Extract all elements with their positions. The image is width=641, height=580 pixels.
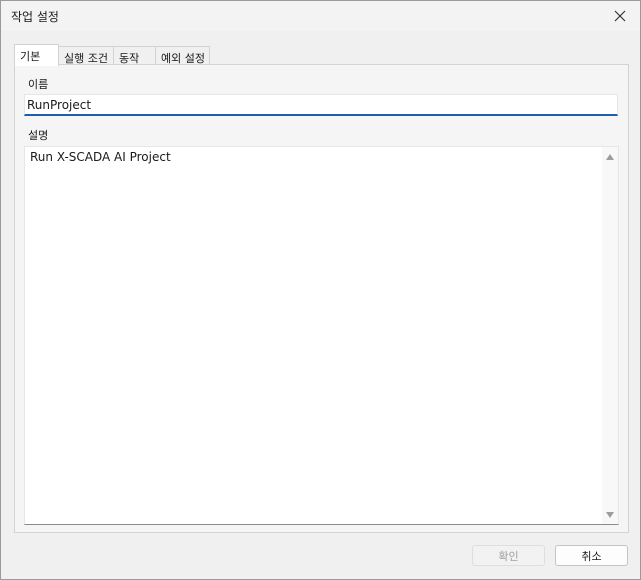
cancel-button[interactable]: 취소 [555,545,628,566]
title-bar: 작업 설정 [1,1,640,31]
tab-panel-content: 이름 RunProject 설명 Run X-SCADA AI Project [15,65,628,532]
ok-button-label: 확인 [498,549,519,563]
dialog-window: 작업 설정 기본 실행 조건 동작 예외 설정 이름 RunProject 설명 [0,0,641,580]
tab-panel-basic: 이름 RunProject 설명 Run X-SCADA AI Project [14,64,629,533]
cancel-button-label: 취소 [581,549,602,563]
description-value: Run X-SCADA AI Project [30,150,171,164]
arrow-down-icon[interactable] [606,512,614,518]
name-label: 이름 [28,78,49,91]
tab-exception-settings[interactable]: 예외 설정 [155,46,210,65]
description-scrollbar[interactable] [602,147,618,524]
close-icon [614,10,626,22]
tab-run-conditions[interactable]: 실행 조건 [58,46,114,65]
tab-basic-label: 기본 [20,50,41,63]
description-textarea[interactable]: Run X-SCADA AI Project [24,146,619,525]
dialog-title: 작업 설정 [11,10,59,24]
description-label: 설명 [28,129,49,142]
name-input[interactable]: RunProject [24,94,618,116]
close-button[interactable] [600,1,640,31]
name-input-value: RunProject [27,98,92,112]
tab-actions[interactable]: 동작 [113,46,156,65]
tab-basic[interactable]: 기본 [14,44,59,66]
arrow-up-icon[interactable] [606,154,614,160]
ok-button[interactable]: 확인 [472,545,545,566]
